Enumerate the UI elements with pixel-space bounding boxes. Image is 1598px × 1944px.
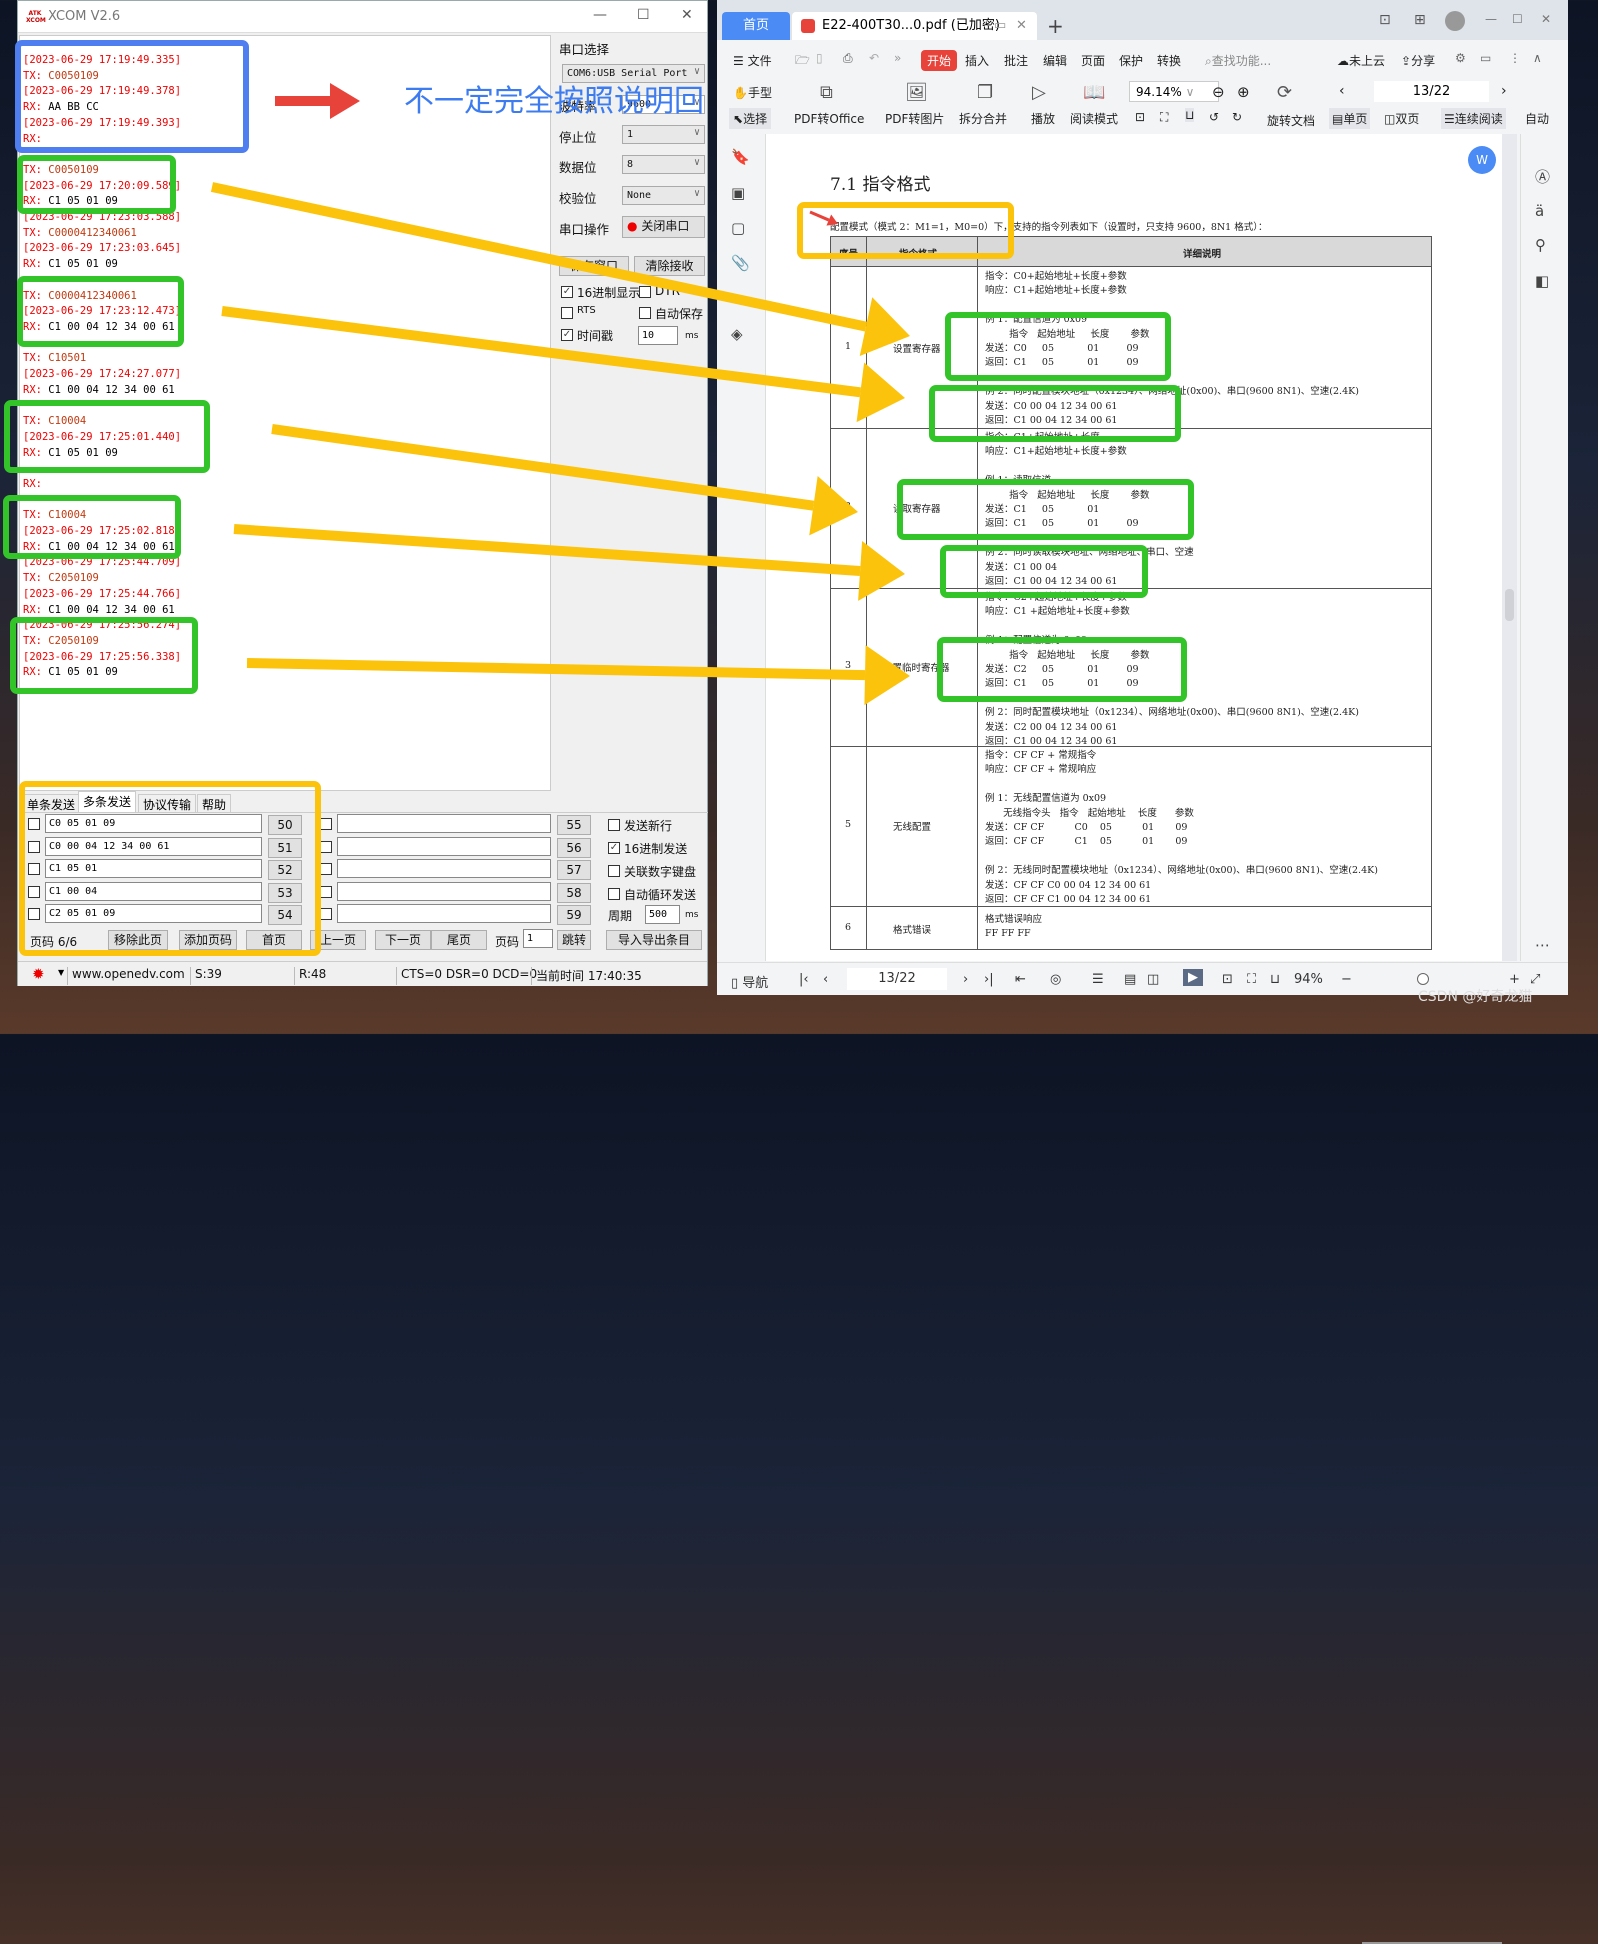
green-highlight-box — [940, 545, 1148, 598]
watermark: CSDN @好奇龙猫 — [1418, 989, 1533, 1005]
green-highlight-box — [929, 385, 1181, 442]
orange-arrow-shaft — [246, 658, 866, 681]
orange-arrow-head — [859, 297, 910, 356]
green-highlight-box — [937, 637, 1187, 702]
orange-arrow-shaft — [271, 424, 815, 511]
orange-arrow-head — [858, 541, 905, 601]
red-arrow-head — [330, 83, 360, 119]
green-highlight-box — [897, 479, 1194, 540]
orange-highlight-box — [19, 781, 321, 956]
orange-arrow-shaft — [210, 182, 868, 332]
orange-arrow-shaft — [233, 524, 861, 576]
orange-arrow-head — [856, 362, 905, 423]
green-highlight-box — [945, 312, 1171, 381]
orange-highlight-box — [797, 202, 1014, 259]
orange-arrow-head — [864, 645, 910, 706]
green-highlight-box — [10, 617, 198, 694]
blue-highlight-box — [15, 40, 249, 153]
green-highlight-box — [17, 155, 176, 214]
green-highlight-box — [17, 276, 184, 347]
annotation-note: 不一定完全按照说明回 — [404, 84, 704, 119]
green-highlight-box — [4, 400, 210, 473]
orange-arrow-head — [809, 475, 858, 536]
orange-arrow-shaft — [221, 306, 861, 398]
green-highlight-box — [3, 495, 181, 559]
